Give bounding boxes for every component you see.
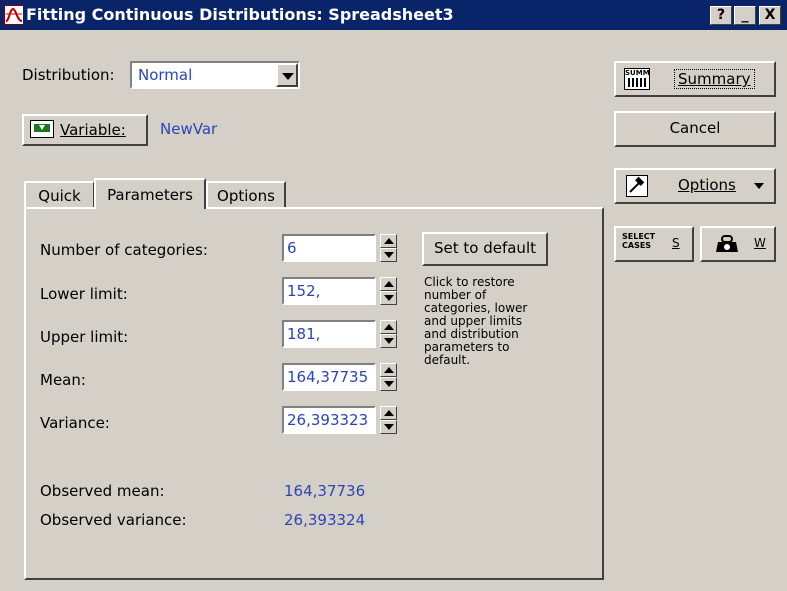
mean-spinner[interactable] xyxy=(380,363,397,391)
arrow-down-icon xyxy=(384,252,394,258)
window-title: Fitting Continuous Distributions: Spread… xyxy=(26,5,454,24)
mean-label: Mean: xyxy=(40,371,86,389)
summary-icon-text: SUMM xyxy=(625,69,650,77)
options-hammer-icon xyxy=(626,175,648,197)
spin-down-button[interactable] xyxy=(380,377,397,391)
spin-up-button[interactable] xyxy=(380,234,397,248)
chevron-down-icon xyxy=(754,183,764,189)
tab-parameters[interactable]: Parameters xyxy=(94,178,206,209)
arrow-up-icon xyxy=(384,238,394,244)
arrow-up-icon xyxy=(384,281,394,287)
dropdown-arrow-button[interactable] xyxy=(276,63,298,87)
upper-limit-label: Upper limit: xyxy=(40,328,129,346)
minimize-button[interactable]: _ xyxy=(734,6,756,25)
weight-key: W xyxy=(754,236,766,250)
arrow-down-icon xyxy=(384,424,394,430)
observed-variance-label: Observed variance: xyxy=(40,511,187,529)
grid-lines xyxy=(628,78,646,87)
categories-label: Number of categories: xyxy=(40,241,208,259)
select-cases-icon: SELECT CASES xyxy=(622,232,656,250)
close-button[interactable]: X xyxy=(759,6,781,25)
variance-label: Variance: xyxy=(40,414,110,432)
help-button[interactable]: ? xyxy=(710,6,732,25)
variable-button-label: Variable: xyxy=(60,121,126,139)
variable-value: NewVar xyxy=(160,120,218,138)
spin-up-button[interactable] xyxy=(380,320,397,334)
spin-down-button[interactable] xyxy=(380,334,397,348)
upper-limit-input[interactable]: 181, xyxy=(282,320,376,348)
options-button[interactable]: Options xyxy=(614,168,776,204)
lower-limit-input[interactable]: 152, xyxy=(282,277,376,305)
distribution-app-icon xyxy=(4,5,24,25)
spin-down-button[interactable] xyxy=(380,420,397,434)
set-to-default-button[interactable]: Set to default xyxy=(422,232,548,266)
summary-table-icon: SUMM xyxy=(624,68,650,90)
upper-limit-spinner[interactable] xyxy=(380,320,397,348)
variable-button[interactable]: Variable: xyxy=(22,114,148,146)
set-to-default-hint: Click to restore number of categories, l… xyxy=(424,275,528,367)
observed-variance-value: 26,393324 xyxy=(284,511,366,529)
select-cases-button[interactable]: SELECT CASES S xyxy=(614,226,694,262)
categories-input[interactable]: 6 xyxy=(282,234,376,262)
summary-button-label: Summary xyxy=(674,69,755,89)
summary-button[interactable]: SUMM Summary xyxy=(614,61,776,97)
arrow-down-icon xyxy=(384,381,394,387)
lower-limit-label: Lower limit: xyxy=(40,285,128,303)
arrow-down-icon xyxy=(384,295,394,301)
spin-up-button[interactable] xyxy=(380,406,397,420)
options-button-label: Options xyxy=(678,176,736,194)
weight-icon xyxy=(714,234,740,258)
observed-mean-value: 164,37736 xyxy=(284,482,366,500)
cancel-button[interactable]: Cancel xyxy=(614,111,776,147)
observed-mean-label: Observed mean: xyxy=(40,482,165,500)
arrow-down-icon xyxy=(384,338,394,344)
weight-button[interactable]: W xyxy=(700,226,776,262)
arrow-up-icon xyxy=(384,410,394,416)
variance-input[interactable]: 26,393323 xyxy=(282,406,376,434)
mean-input[interactable]: 164,37735 xyxy=(282,363,376,391)
spin-down-button[interactable] xyxy=(380,291,397,305)
chevron-down-icon xyxy=(282,73,294,80)
title-bar[interactable]: Fitting Continuous Distributions: Spread… xyxy=(0,0,787,30)
spin-up-button[interactable] xyxy=(380,363,397,377)
select-cases-key: S xyxy=(672,236,680,250)
tab-options[interactable]: Options xyxy=(206,181,286,209)
distribution-value: Normal xyxy=(138,66,193,84)
variable-select-icon xyxy=(30,120,54,138)
categories-spinner[interactable] xyxy=(380,234,397,262)
lower-limit-spinner[interactable] xyxy=(380,277,397,305)
distribution-label: Distribution: xyxy=(22,66,115,84)
variance-spinner[interactable] xyxy=(380,406,397,434)
spin-down-button[interactable] xyxy=(380,248,397,262)
distribution-dropdown[interactable]: Normal xyxy=(130,61,300,89)
spin-up-button[interactable] xyxy=(380,277,397,291)
tab-quick[interactable]: Quick xyxy=(24,181,94,209)
arrow-up-icon xyxy=(384,367,394,373)
arrow-up-icon xyxy=(384,324,394,330)
